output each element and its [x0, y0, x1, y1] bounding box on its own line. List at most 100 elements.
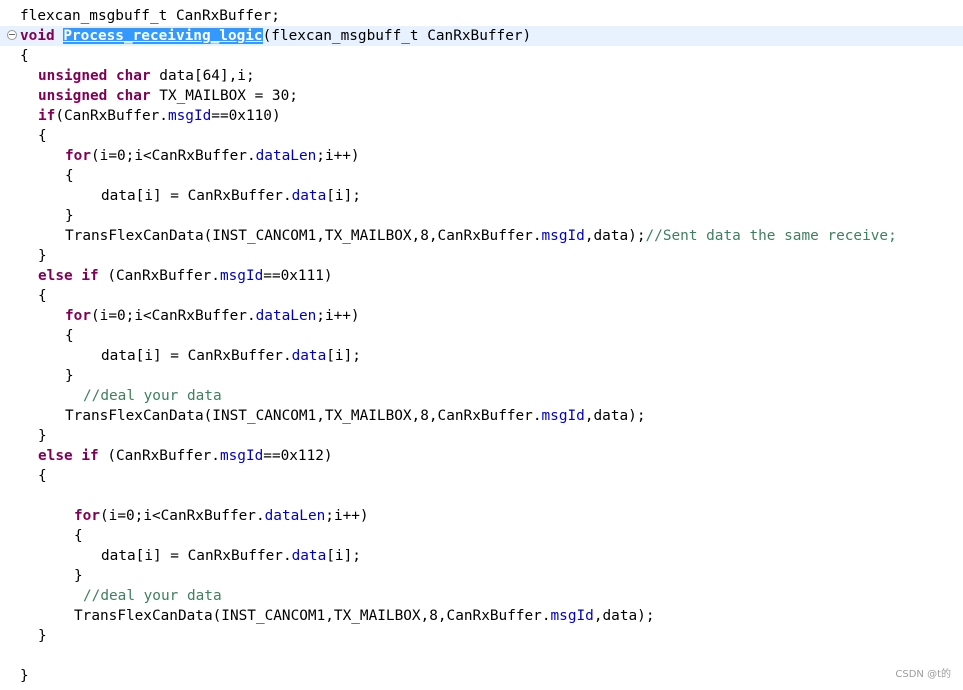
- code-token: data[64],i;: [150, 68, 255, 84]
- code-line[interactable]: [0, 486, 963, 506]
- code-line[interactable]: //deal your data: [0, 386, 963, 406]
- code-token: {: [38, 128, 47, 144]
- code-line[interactable]: flexcan_msgbuff_t CanRxBuffer;: [0, 6, 963, 26]
- code-line[interactable]: //deal your data: [0, 586, 963, 606]
- keyword-token: char: [115, 88, 151, 104]
- code-line[interactable]: data[i] = CanRxBuffer.data[i];: [0, 186, 963, 206]
- code-text: }: [38, 426, 47, 446]
- code-line[interactable]: }: [0, 426, 963, 446]
- field-token: msgId: [219, 448, 264, 464]
- keyword-token: for: [65, 148, 91, 164]
- code-text: TransFlexCanData(INST_CANCOM1,TX_MAILBOX…: [65, 226, 897, 246]
- code-text: {: [38, 466, 47, 486]
- code-token: {: [38, 468, 47, 484]
- field-token: msgId: [219, 268, 264, 284]
- keyword-token: unsigned: [38, 88, 108, 104]
- code-token: data[i] = CanRxBuffer.: [101, 548, 292, 564]
- code-text: else if (CanRxBuffer.msgId==0x111): [38, 266, 333, 286]
- code-token: data[i] = CanRxBuffer.: [101, 188, 292, 204]
- code-text: }: [20, 666, 29, 686]
- code-token: ==0x112): [263, 448, 333, 464]
- code-token: (i=0;i<CanRxBuffer.: [100, 508, 265, 524]
- code-line[interactable]: {: [0, 326, 963, 346]
- code-token: }: [65, 208, 74, 224]
- code-text: }: [65, 366, 74, 386]
- code-line[interactable]: {: [0, 166, 963, 186]
- code-line[interactable]: void Process_receiving_logic(flexcan_msg…: [0, 26, 963, 46]
- code-token: {: [74, 528, 83, 544]
- comment-token: //Sent data the same receive;: [645, 228, 897, 244]
- code-line[interactable]: }: [0, 246, 963, 266]
- field-token: msgId: [541, 228, 585, 244]
- code-token: ,data);: [584, 228, 646, 244]
- code-line[interactable]: TransFlexCanData(INST_CANCOM1,TX_MAILBOX…: [0, 406, 963, 426]
- code-line[interactable]: [0, 646, 963, 666]
- code-text: for(i=0;i<CanRxBuffer.dataLen;i++): [65, 146, 360, 166]
- code-line[interactable]: {: [0, 126, 963, 146]
- code-line[interactable]: else if (CanRxBuffer.msgId==0x112): [0, 446, 963, 466]
- code-text: //deal your data: [83, 386, 222, 406]
- code-text: data[i] = CanRxBuffer.data[i];: [101, 546, 361, 566]
- code-line[interactable]: {: [0, 46, 963, 66]
- keyword-token: char: [115, 68, 151, 84]
- code-line[interactable]: unsigned char data[64],i;: [0, 66, 963, 86]
- code-token: flexcan_msgbuff_t CanRxBuffer;: [20, 8, 280, 24]
- keyword-token: if: [81, 448, 99, 464]
- code-token: (CanRxBuffer.: [98, 448, 220, 464]
- code-editor[interactable]: flexcan_msgbuff_t CanRxBuffer; void Proce…: [0, 0, 963, 690]
- code-text: for(i=0;i<CanRxBuffer.dataLen;i++): [74, 506, 369, 526]
- field-token: msgId: [167, 108, 212, 124]
- code-token: ;i++): [325, 508, 369, 524]
- code-token: }: [38, 248, 47, 264]
- code-token: (CanRxBuffer.: [55, 108, 168, 124]
- comment-token: //deal your data: [83, 588, 222, 604]
- field-token: dataLen: [255, 308, 317, 324]
- code-token: }: [65, 368, 74, 384]
- fold-collapse-icon[interactable]: [7, 30, 17, 40]
- field-token: msgId: [541, 408, 585, 424]
- code-line[interactable]: data[i] = CanRxBuffer.data[i];: [0, 346, 963, 366]
- code-token: }: [74, 568, 83, 584]
- code-line[interactable]: {: [0, 526, 963, 546]
- watermark: CSDN @t的: [895, 669, 951, 680]
- code-token: [i];: [326, 548, 361, 564]
- code-text: flexcan_msgbuff_t CanRxBuffer;: [20, 6, 280, 26]
- code-line[interactable]: if(CanRxBuffer.msgId==0x110): [0, 106, 963, 126]
- code-token: {: [65, 168, 74, 184]
- code-text: }: [74, 566, 83, 586]
- code-token: ;i++): [316, 308, 360, 324]
- code-token: (flexcan_msgbuff_t CanRxBuffer): [262, 28, 532, 44]
- code-line[interactable]: {: [0, 466, 963, 486]
- field-token: dataLen: [255, 148, 317, 164]
- code-token: {: [65, 328, 74, 344]
- code-line[interactable]: TransFlexCanData(INST_CANCOM1,TX_MAILBOX…: [0, 606, 963, 626]
- code-line[interactable]: }: [0, 626, 963, 646]
- code-text: {: [65, 166, 74, 186]
- code-line[interactable]: else if (CanRxBuffer.msgId==0x111): [0, 266, 963, 286]
- code-line[interactable]: }: [0, 566, 963, 586]
- code-line[interactable]: }: [0, 206, 963, 226]
- code-line[interactable]: for(i=0;i<CanRxBuffer.dataLen;i++): [0, 506, 963, 526]
- code-token: TX_MAILBOX = 30;: [150, 88, 298, 104]
- field-token: data: [291, 188, 327, 204]
- keyword-token: unsigned: [38, 68, 108, 84]
- code-line[interactable]: unsigned char TX_MAILBOX = 30;: [0, 86, 963, 106]
- code-line[interactable]: for(i=0;i<CanRxBuffer.dataLen;i++): [0, 306, 963, 326]
- keyword-token: else: [38, 268, 73, 284]
- code-token: }: [20, 668, 29, 684]
- code-text: data[i] = CanRxBuffer.data[i];: [101, 186, 361, 206]
- code-line[interactable]: for(i=0;i<CanRxBuffer.dataLen;i++): [0, 146, 963, 166]
- code-token: {: [38, 288, 47, 304]
- code-text: {: [74, 526, 83, 546]
- code-token: TransFlexCanData(INST_CANCOM1,TX_MAILBOX…: [74, 608, 551, 624]
- code-text: }: [38, 246, 47, 266]
- code-text: unsigned char data[64],i;: [38, 66, 255, 86]
- code-line[interactable]: {: [0, 286, 963, 306]
- code-line[interactable]: data[i] = CanRxBuffer.data[i];: [0, 546, 963, 566]
- code-line[interactable]: }: [0, 666, 963, 686]
- code-line[interactable]: TransFlexCanData(INST_CANCOM1,TX_MAILBOX…: [0, 226, 963, 246]
- code-token: TransFlexCanData(INST_CANCOM1,TX_MAILBOX…: [65, 408, 542, 424]
- field-token: dataLen: [264, 508, 326, 524]
- code-line[interactable]: }: [0, 366, 963, 386]
